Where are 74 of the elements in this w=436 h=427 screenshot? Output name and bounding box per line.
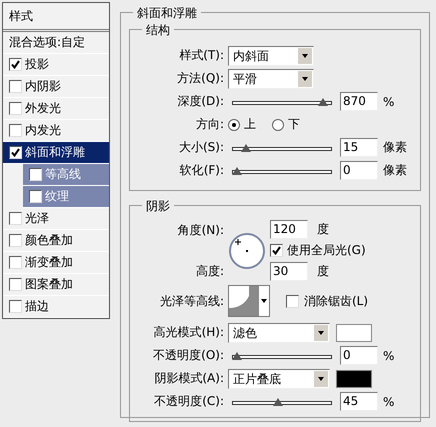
dropdown[interactable]: 滤色 (228, 322, 330, 342)
unit-label: % (383, 394, 394, 408)
checkbox[interactable] (9, 300, 22, 313)
style-list-item[interactable]: 等高线 (23, 164, 109, 186)
slider-thumb[interactable] (232, 352, 242, 360)
dropdown[interactable]: 内斜面 (228, 46, 314, 66)
style-list-title: 样式 (3, 3, 109, 32)
checkbox[interactable] (9, 278, 22, 291)
color-swatch[interactable] (336, 324, 372, 342)
field-label: 高度: (194, 262, 225, 280)
contour-picker[interactable] (228, 285, 270, 317)
unit-label: 度 (317, 263, 329, 280)
style-list-item[interactable]: 外发光 (3, 98, 109, 120)
number-field[interactable]: 0 (340, 161, 378, 180)
checkbox[interactable] (9, 234, 22, 247)
checkbox[interactable] (29, 168, 42, 181)
color-swatch[interactable] (336, 370, 372, 388)
field-label: 方向: (194, 116, 225, 133)
style-list-item[interactable]: 描边 (3, 296, 109, 318)
field-label: 软化(F): (178, 162, 225, 179)
style-list-item[interactable]: 内阴影 (3, 76, 109, 98)
number-field[interactable]: 120 (270, 220, 308, 239)
radio-option[interactable]: 下 (272, 116, 300, 133)
dropdown[interactable]: 正片叠底 (228, 368, 330, 388)
checkbox[interactable] (9, 102, 22, 115)
style-list-item[interactable]: 光泽 (3, 208, 109, 230)
checkbox[interactable] (270, 244, 283, 257)
checkbox[interactable] (9, 58, 22, 71)
unit-label: 度 (317, 221, 329, 238)
group-title: 结构 (142, 22, 174, 39)
contour-curve-icon (229, 286, 259, 316)
field-label: 大小(S): (178, 139, 225, 156)
number-field[interactable]: 0 (340, 346, 378, 365)
field-label: 方法(Q): (176, 70, 225, 87)
style-list-item[interactable]: 投影 (3, 54, 109, 76)
unit-label: % (383, 348, 394, 362)
field-label: 样式(T): (178, 47, 225, 64)
radio-option[interactable]: 上 (228, 116, 256, 133)
slider-thumb[interactable] (273, 398, 284, 406)
number-field[interactable]: 45 (340, 392, 378, 411)
group-title: 斜面和浮雕 (133, 5, 201, 22)
style-list-item[interactable]: 颜色叠加 (3, 230, 109, 252)
checkbox[interactable] (29, 190, 42, 203)
checkbox-label: 使用全局光(G) (287, 242, 366, 259)
checkbox[interactable] (9, 256, 22, 269)
unit-label: % (383, 94, 394, 108)
checkbox[interactable] (9, 146, 22, 159)
group-title: 阴影 (142, 198, 174, 215)
field-label: 不透明度(O): (152, 347, 225, 364)
dropdown[interactable]: 平滑 (228, 68, 314, 88)
field-label: 角度(N): (176, 222, 225, 238)
unit-label: 像素 (383, 139, 407, 156)
field-label: 高光模式(H): (152, 324, 225, 341)
field-label: 阴影模式(A): (153, 370, 225, 387)
checkbox[interactable] (9, 212, 22, 225)
field-label: 光泽等高线: (158, 292, 225, 310)
slider-thumb[interactable] (232, 166, 242, 174)
style-list-item[interactable]: 纹理 (23, 186, 109, 208)
checkbox[interactable] (9, 124, 22, 137)
number-field[interactable]: 30 (270, 262, 308, 281)
checkbox-label: 消除锯齿(L) (304, 292, 368, 310)
checkbox[interactable] (9, 80, 22, 93)
slider-thumb[interactable] (318, 98, 328, 106)
field-label: 深度(D): (176, 93, 225, 110)
number-field[interactable]: 15 (340, 138, 378, 157)
field-label: 不透明度(C): (153, 393, 225, 410)
slider-thumb[interactable] (241, 144, 252, 152)
style-list-item[interactable]: 渐变叠加 (3, 252, 109, 274)
checkbox[interactable] (286, 294, 299, 308)
unit-label: 像素 (383, 162, 407, 179)
style-list-item[interactable]: 图案叠加 (3, 274, 109, 296)
number-field[interactable]: 870 (340, 92, 378, 111)
style-list-item[interactable]: 混合选项:自定 (3, 32, 109, 54)
style-list-item[interactable]: 斜面和浮雕 (3, 142, 109, 164)
